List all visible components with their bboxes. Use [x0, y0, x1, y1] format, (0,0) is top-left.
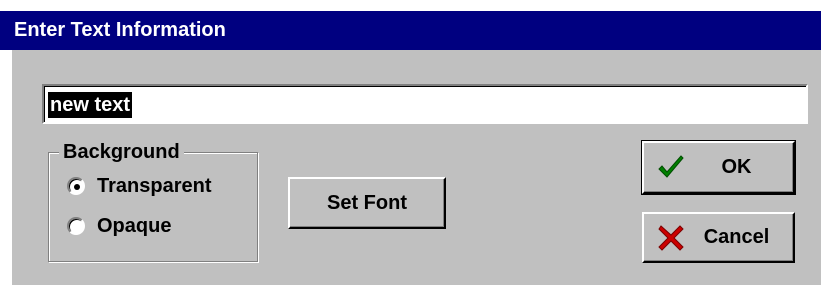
set-font-button[interactable]: Set Font: [288, 177, 446, 229]
text-input-value: new text: [48, 92, 133, 118]
cancel-button-label: Cancel: [703, 226, 770, 248]
title-bar[interactable]: Enter Text Information: [0, 11, 821, 50]
background-group: Background Transparent Opaque: [48, 140, 258, 262]
set-font-button-label: Set Font: [327, 191, 407, 214]
cancel-button[interactable]: Cancel: [642, 212, 795, 263]
text-input[interactable]: new text: [42, 84, 808, 124]
radio-opaque-indicator[interactable]: [67, 217, 85, 235]
dialog-title: Enter Text Information: [14, 19, 226, 41]
radio-transparent-indicator[interactable]: [67, 177, 85, 195]
radio-selected-dot: [74, 184, 80, 190]
dialog-body: new text Background Transparent Opaque S…: [12, 50, 821, 285]
checkmark-icon: [658, 154, 684, 178]
text-info-dialog: Enter Text Information new text Backgrou…: [0, 0, 821, 285]
radio-transparent[interactable]: Transparent: [67, 173, 211, 199]
ok-button[interactable]: OK: [641, 140, 796, 195]
x-icon: [658, 224, 684, 251]
background-group-label: Background: [59, 140, 184, 164]
ok-button-label: OK: [721, 156, 752, 178]
radio-opaque-label[interactable]: Opaque: [97, 215, 171, 238]
radio-transparent-label[interactable]: Transparent: [97, 175, 211, 198]
radio-opaque[interactable]: Opaque: [67, 213, 171, 239]
